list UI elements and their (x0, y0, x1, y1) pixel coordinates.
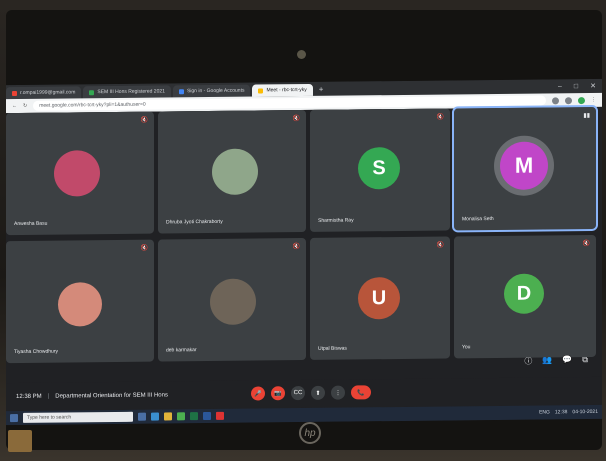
tab-sheets[interactable]: SEM III Hons Registered 2021 (83, 85, 171, 99)
mic-muted-icon: 🔇 (140, 245, 148, 252)
gmail-icon (12, 90, 17, 96)
edge-icon[interactable] (151, 412, 159, 421)
speaking-icon: ▮▮ (583, 113, 590, 120)
participant-initial-avatar: U (358, 276, 400, 320)
language-indicator[interactable]: ENG (539, 409, 550, 415)
hp-logo: hp (299, 422, 321, 444)
participant-initial-avatar: M (500, 141, 548, 190)
participant-initial-avatar: S (358, 146, 400, 190)
call-controls: 🎤 📷 CC ⬆ ⋮ 📞 (251, 385, 371, 401)
chrome-icon[interactable] (177, 412, 185, 421)
activities-icon[interactable]: ⧉ (582, 355, 588, 366)
mic-muted-icon: 🔇 (436, 242, 444, 249)
participant-tile[interactable]: U 🔇 Utpal Biswas (310, 236, 450, 360)
meeting-time: 12:38 PM (16, 393, 42, 401)
participant-name: You (462, 344, 471, 351)
maximize-button[interactable]: □ (574, 81, 578, 93)
windows-start-icon[interactable] (10, 413, 18, 423)
tab-gmail[interactable]: r.ompai1999@gmail.com (6, 86, 82, 100)
participant-name: Utpal Biswas (318, 345, 347, 352)
participant-photo (54, 150, 100, 197)
present-button[interactable]: ⬆ (311, 385, 325, 400)
star-icon[interactable] (565, 96, 572, 104)
participant-name: Tiyasha Chowdhury (14, 348, 59, 356)
meet-icon (258, 87, 264, 93)
participant-tile[interactable]: S 🔇 Sharmistha Ray (310, 108, 450, 232)
participant-tile-self[interactable]: D 🔇 You (454, 234, 596, 359)
word-icon[interactable] (203, 411, 211, 421)
participant-name: Monalisa Seth (462, 216, 494, 223)
participant-photo (58, 282, 102, 327)
laptop-screen: r.ompai1999@gmail.com SEM III Hons Regis… (6, 78, 602, 426)
task-view-icon[interactable] (138, 412, 146, 421)
taskbar-search-input[interactable]: Type here to search (23, 411, 133, 423)
excel-icon[interactable] (190, 412, 198, 421)
clock-date[interactable]: 04-10-2021 (572, 409, 598, 415)
participant-name: deb karmakar (166, 347, 197, 354)
close-button[interactable]: ✕ (590, 81, 596, 93)
mic-muted-icon: 🔇 (140, 117, 148, 124)
mic-muted-icon: 🔇 (292, 244, 300, 251)
mic-muted-icon: 🔇 (436, 114, 444, 121)
system-tray: ENG 12:38 04-10-2021 (539, 409, 598, 416)
participant-name: Dhruba Jyoti Chakraborty (166, 218, 223, 226)
window-controls: – □ ✕ (558, 81, 602, 93)
reload-icon[interactable]: ↻ (23, 103, 27, 109)
participant-name: Sharmistha Ray (318, 217, 354, 224)
clock-time[interactable]: 12:38 (555, 409, 568, 415)
chat-icon[interactable]: 💬 (562, 355, 572, 366)
people-icon[interactable]: 👥 (542, 355, 552, 366)
sheets-icon (89, 89, 95, 95)
captions-button[interactable]: CC (291, 385, 305, 401)
google-icon (178, 88, 184, 94)
menu-icon[interactable]: ⋮ (591, 97, 596, 103)
back-icon[interactable]: ← (12, 103, 17, 109)
pdf-icon[interactable] (216, 411, 224, 420)
mic-muted-icon: 🔇 (582, 241, 590, 248)
tab-google-signin[interactable]: Sign in - Google Accounts (172, 84, 251, 98)
profile-avatar[interactable] (578, 96, 585, 104)
laptop-sticker (8, 430, 32, 452)
file-explorer-icon[interactable] (164, 412, 172, 421)
extension-icon[interactable] (552, 96, 559, 104)
new-tab-button[interactable]: + (319, 84, 324, 96)
more-options-button[interactable]: ⋮ (331, 385, 345, 400)
mic-off-button[interactable]: 🎤 (251, 386, 265, 401)
participant-initial-avatar: D (504, 273, 544, 314)
meet-video-grid: 🔇 Anwesha Basu 🔇 Dhruba Jyoti Chakrabort… (6, 104, 602, 384)
camera-off-button[interactable]: 📷 (271, 386, 285, 401)
meeting-info-icon[interactable]: ⓘ (524, 356, 532, 367)
participant-photo (210, 278, 256, 325)
participant-tile-active-speaker[interactable]: M ▮▮ Monalisa Seth (452, 104, 598, 233)
tab-meet[interactable]: Meet - rbc-tcrt-yky (252, 83, 313, 97)
end-call-button[interactable]: 📞 (351, 385, 371, 400)
participant-tile[interactable]: 🔇 Tiyasha Chowdhury (6, 239, 154, 364)
minimize-button[interactable]: – (558, 81, 562, 93)
mic-muted-icon: 🔇 (292, 116, 300, 123)
meeting-title[interactable]: Departmental Orientation for SEM III Hon… (55, 392, 168, 399)
participant-tile[interactable]: 🔇 Dhruba Jyoti Chakraborty (158, 109, 306, 234)
webcam (297, 50, 306, 59)
participant-photo (212, 148, 258, 195)
meeting-details: 12:38 PM | Departmental Orientation for … (16, 392, 168, 400)
participant-tile[interactable]: 🔇 Anwesha Basu (6, 111, 154, 236)
participant-name: Anwesha Basu (14, 220, 48, 228)
separator: | (47, 393, 50, 400)
participant-tile[interactable]: 🔇 deb karmakar (158, 237, 306, 362)
side-panel-controls: ⓘ 👥 💬 ⧉ (524, 355, 588, 367)
